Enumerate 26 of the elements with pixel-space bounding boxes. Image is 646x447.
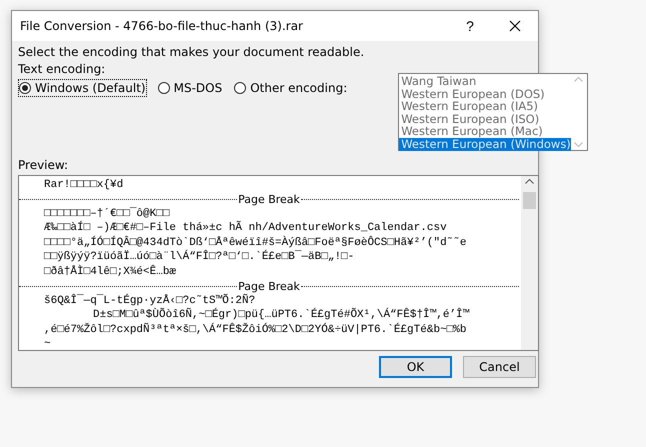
page-break-label: Page Break <box>237 193 301 206</box>
scroll-thumb[interactable] <box>523 192 536 209</box>
preview-line: D±s□M□ûª$ÙÕòî6Ñ,~□Égr)□pü{…üPT6.`É£gTé#ÕX¹,\Á“FÊ$†Î™,é’Î™ <box>92 308 470 322</box>
preview-line: □ðâ†ÅÌ□4lê□;X¾é<Ê…bæ <box>43 264 178 280</box>
radio-button[interactable]: Other encoding: <box>233 79 348 97</box>
radio-button[interactable]: Windows (Default) <box>18 79 147 97</box>
preview-line: Æ‰□□àÍ□ –)Æ□€#□–File thá»±c hÃ nh/AdventureWorks_Calendar.csv <box>43 221 448 236</box>
encoding-label: Text encoding: <box>18 61 106 78</box>
ok-button[interactable]: OK <box>379 356 452 378</box>
scroll-up-icon[interactable] <box>525 179 534 184</box>
window-title: File Conversion - 4766-bo-file-thuc-hanh (3).rar <box>20 19 304 33</box>
close-icon <box>509 20 521 32</box>
cancel-button[interactable]: Cancel <box>463 356 536 378</box>
preview-line: Rar!□□□□x{¥d <box>43 178 124 193</box>
preview-line: š6Q&Î¯—q¯L-tÉgp·yzÅ‹□?c˜tS™Õ:2Ñ? <box>43 294 256 308</box>
help-button[interactable]: ? <box>448 11 492 41</box>
instruction-text: Select the encoding that makes your document readable. <box>18 44 366 61</box>
scrollbar[interactable] <box>521 176 538 350</box>
preview-label: Preview: <box>18 157 70 174</box>
preview-line: □□ÿßÿýÿ?ïüóãÏ…úó□à¨l\Á“FÎ□?ª□‘□.`É£e□B¯—äB□„!□- <box>43 250 356 264</box>
preview-line: ~ <box>43 337 52 350</box>
preview-line: □□□□°ä„ÍÓ□ÍQÂ□@434dTò`Dß‘□Åªêwéïî#š=Àýßâ□Foëª§FøèÔCS□Hã¥²’("d˜˜e <box>43 236 468 250</box>
preview-line: ,é□é7%Žôl□?cxpdÑ³ªtª×š□,\Á“FÊ$ŽôiÓ%□2\D□2YÓ&÷üV|PT6.`É£gTé&b~□%b <box>43 322 468 338</box>
page-break-label: Page Break <box>237 280 301 294</box>
preview-line: □□□□□□□–†´€□□¯ô@K□□ <box>43 206 170 220</box>
radio-button[interactable]: MS-DOS <box>156 79 224 97</box>
